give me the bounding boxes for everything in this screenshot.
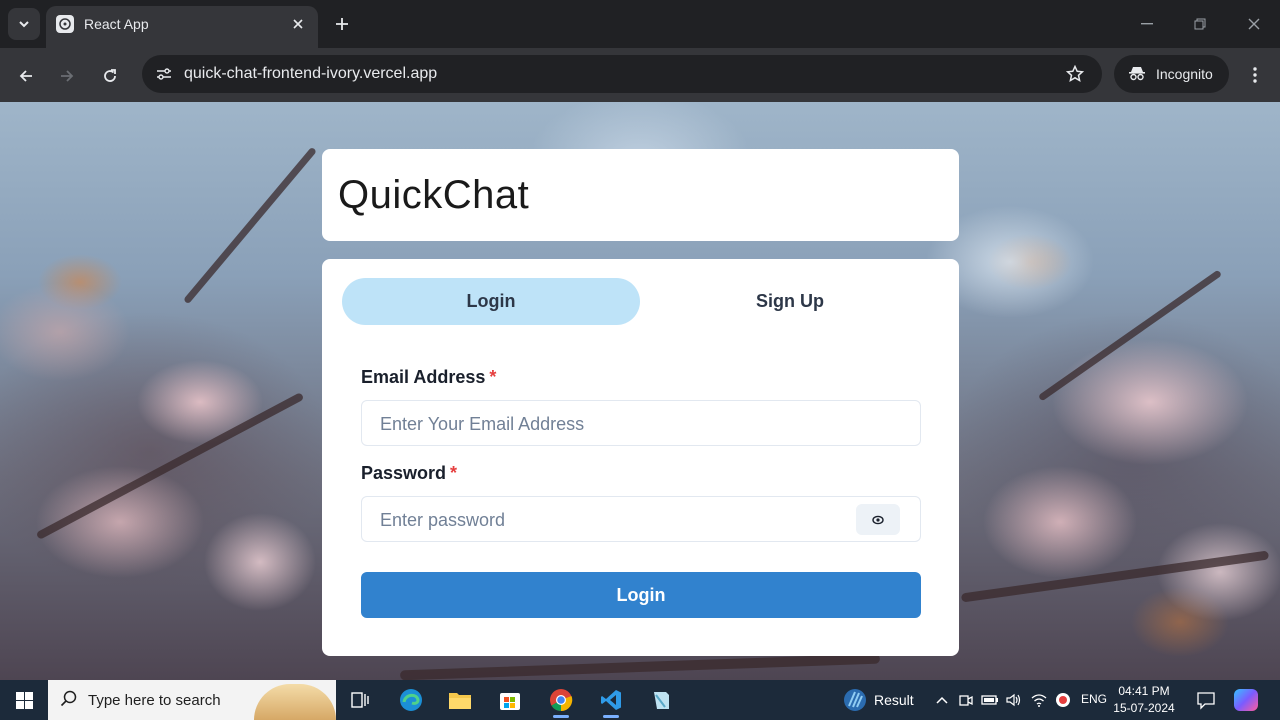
battery-icon[interactable] (980, 690, 1000, 710)
minimize-icon[interactable] (1127, 8, 1167, 40)
search-placeholder: Type here to search (88, 692, 221, 709)
chevron-down-icon (19, 21, 29, 28)
login-button[interactable]: Login (361, 572, 921, 618)
browser-tab[interactable]: React App (46, 6, 318, 48)
weather-icon[interactable] (842, 686, 868, 719)
reload-icon[interactable] (94, 60, 126, 92)
clock-time: 04:41 PM (1118, 684, 1170, 698)
forward-icon[interactable] (51, 60, 83, 92)
windows-taskbar: Type here to search Result ENG 04:41 PM … (0, 680, 1280, 720)
background-branch (960, 550, 1270, 603)
eye-icon (872, 515, 884, 524)
auth-form-card: Login Sign Up Email Address * Enter Your … (322, 259, 959, 656)
password-placeholder: Enter password (380, 510, 506, 530)
page-background: QuickChat Login Sign Up Email Address * E… (0, 102, 1280, 680)
background-branch (399, 653, 881, 680)
taskbar-search-input[interactable]: Type here to search (48, 680, 336, 720)
tab-login[interactable]: Login (342, 278, 640, 325)
incognito-icon (1128, 64, 1146, 87)
wifi-icon[interactable] (1029, 690, 1049, 710)
file-explorer-icon[interactable] (436, 680, 484, 720)
clock-date: 15-07-2024 (1113, 701, 1175, 715)
language-indicator[interactable]: ENG (1081, 692, 1107, 706)
email-placeholder: Enter Your Email Address (380, 414, 585, 434)
task-view-icon[interactable] (336, 680, 384, 720)
restore-icon[interactable] (1180, 8, 1220, 40)
more-menu-icon[interactable] (1240, 60, 1270, 90)
browser-tab-strip: React App (0, 0, 1280, 48)
vscode-icon[interactable] (587, 680, 635, 720)
tab-title: React App (84, 16, 149, 32)
site-info-icon[interactable] (150, 60, 178, 88)
system-clock[interactable]: 04:41 PM 15-07-2024 (1112, 683, 1176, 717)
incognito-label: Incognito (1156, 66, 1213, 82)
url-text: quick-chat-frontend-ivory.vercel.app (184, 65, 438, 82)
required-indicator: * (450, 463, 458, 483)
tab-search-button[interactable] (8, 8, 40, 40)
browser-toolbar: quick-chat-frontend-ivory.vercel.app Inc… (0, 48, 1280, 102)
required-indicator: * (489, 367, 497, 387)
tab-signup[interactable]: Sign Up (641, 278, 939, 325)
notepad-icon[interactable] (637, 680, 685, 720)
notification-icon[interactable] (1196, 690, 1216, 715)
email-label-text: Email Address (361, 367, 486, 387)
email-label: Email Address * (361, 367, 496, 388)
weather-label[interactable]: Result (874, 692, 914, 708)
search-highlight-art (254, 684, 336, 720)
incognito-indicator[interactable]: Incognito (1114, 55, 1229, 93)
show-password-button[interactable] (856, 504, 900, 535)
edge-icon[interactable] (387, 680, 435, 720)
background-branch (35, 392, 305, 540)
password-label: Password * (361, 463, 457, 484)
recording-icon[interactable] (1053, 690, 1073, 710)
meet-now-icon[interactable] (956, 690, 976, 710)
email-field[interactable]: Enter Your Email Address (361, 400, 921, 446)
chrome-icon[interactable] (537, 680, 585, 720)
bookmark-star-icon[interactable] (1064, 63, 1086, 85)
back-icon[interactable] (10, 60, 42, 92)
volume-icon[interactable] (1004, 690, 1024, 710)
react-favicon-icon (56, 15, 74, 33)
app-title: QuickChat (338, 173, 530, 217)
search-icon (60, 690, 78, 713)
password-field[interactable]: Enter password (361, 496, 921, 542)
app-header-card: QuickChat (322, 149, 959, 241)
password-label-text: Password (361, 463, 447, 483)
new-tab-icon[interactable] (330, 12, 354, 36)
background-branch (1037, 269, 1223, 402)
windows-start-icon[interactable] (0, 680, 48, 720)
store-icon[interactable] (486, 680, 534, 720)
background-branch (183, 146, 317, 305)
chevron-up-icon[interactable] (932, 690, 952, 710)
copilot-icon[interactable] (1234, 689, 1258, 711)
close-window-icon[interactable] (1234, 8, 1274, 40)
address-bar[interactable]: quick-chat-frontend-ivory.vercel.app (142, 55, 1102, 93)
close-tab-icon[interactable] (288, 14, 308, 34)
